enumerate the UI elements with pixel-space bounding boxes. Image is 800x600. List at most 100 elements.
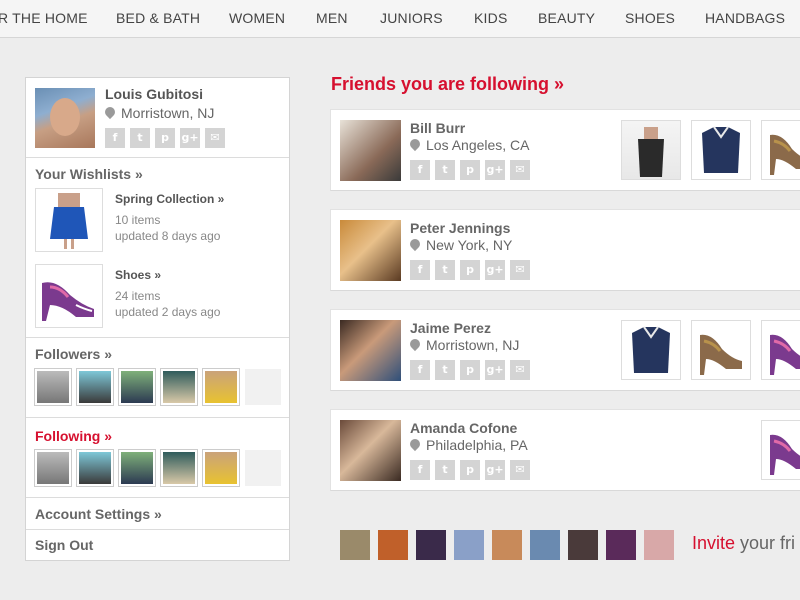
email-icon[interactable]: ✉ — [510, 260, 530, 280]
invite-avatar[interactable] — [606, 530, 636, 560]
product-shirt[interactable] — [621, 320, 681, 380]
nav-item-beauty[interactable]: BEAUTY — [538, 10, 595, 26]
invite-rest: your fri — [735, 533, 796, 553]
friend-avatar[interactable] — [340, 320, 401, 381]
following-avatars — [34, 449, 281, 487]
friend-avatar[interactable] — [340, 220, 401, 281]
friend-location: Los Angeles, CA — [407, 136, 530, 153]
google-plus-icon[interactable]: g+ — [485, 460, 505, 480]
facebook-icon[interactable]: f — [410, 260, 430, 280]
email-icon[interactable]: ✉ — [510, 160, 530, 180]
invite-avatar[interactable] — [492, 530, 522, 560]
email-icon[interactable]: ✉ — [510, 460, 530, 480]
email-icon[interactable]: ✉ — [510, 360, 530, 380]
invite-avatar[interactable] — [378, 530, 408, 560]
twitter-icon[interactable]: t — [435, 160, 455, 180]
shirt-image — [632, 326, 670, 373]
product-shoe-floral[interactable] — [761, 420, 800, 480]
friend-avatar[interactable] — [340, 420, 401, 481]
facebook-icon[interactable]: f — [410, 460, 430, 480]
invite-highlight: Invite — [692, 533, 736, 553]
facebook-icon[interactable]: f — [410, 360, 430, 380]
follower-avatar[interactable] — [34, 368, 72, 406]
following-avatar[interactable] — [118, 449, 156, 487]
product-shoe-floral[interactable] — [761, 320, 800, 380]
friend-name[interactable]: Peter Jennings — [410, 220, 510, 236]
friend-location-text: Los Angeles, CA — [426, 137, 530, 153]
following-section: Following » — [26, 418, 289, 498]
invite-friends-link[interactable]: Invite your fri — [692, 533, 795, 554]
follower-avatar[interactable] — [160, 368, 198, 406]
nav-item-men[interactable]: MEN — [316, 10, 348, 26]
location-pin-icon — [407, 236, 423, 252]
follower-avatar[interactable] — [76, 368, 114, 406]
follower-avatar[interactable] — [202, 368, 240, 406]
friend-name[interactable]: Bill Burr — [410, 120, 465, 136]
wishlist-updated-spring: updated 8 days ago — [115, 229, 221, 243]
product-shirt[interactable] — [691, 120, 751, 180]
following-avatar[interactable] — [34, 449, 72, 487]
location-pin-icon — [407, 136, 423, 152]
pinterest-icon[interactable]: p — [460, 260, 480, 280]
nav-item-women[interactable]: WOMEN — [229, 10, 285, 26]
wishlist-name-spring[interactable]: Spring Collection » — [115, 192, 224, 206]
nav-item-handbags[interactable]: HANDBAGS — [705, 10, 785, 26]
product-shoe[interactable] — [691, 320, 751, 380]
profile-avatar[interactable] — [35, 88, 95, 148]
follower-avatar[interactable] — [118, 368, 156, 406]
nav-item-kids[interactable]: KIDS — [474, 10, 507, 26]
product-shoe[interactable] — [761, 120, 800, 180]
facebook-icon[interactable]: f — [410, 160, 430, 180]
wishlist-thumb-spring[interactable] — [35, 188, 103, 252]
invite-avatar[interactable] — [340, 530, 370, 560]
friend-name[interactable]: Amanda Cofone — [410, 420, 517, 436]
twitter-icon[interactable]: t — [435, 360, 455, 380]
pinterest-icon[interactable]: p — [460, 460, 480, 480]
following-avatar[interactable] — [202, 449, 240, 487]
friend-avatar[interactable] — [340, 120, 401, 181]
twitter-icon[interactable]: t — [130, 128, 150, 148]
google-plus-icon[interactable]: g+ — [485, 160, 505, 180]
pinterest-icon[interactable]: p — [155, 128, 175, 148]
friend-location-text: Morristown, NJ — [426, 337, 520, 353]
account-settings-section: Account Settings » — [26, 498, 289, 530]
invite-avatar[interactable] — [530, 530, 560, 560]
profile-location: Morristown, NJ — [102, 104, 214, 121]
wishlists-title[interactable]: Your Wishlists » — [35, 166, 143, 182]
twitter-icon[interactable]: t — [435, 260, 455, 280]
twitter-icon[interactable]: t — [435, 460, 455, 480]
account-settings-link[interactable]: Account Settings » — [35, 506, 162, 522]
email-icon[interactable]: ✉ — [205, 128, 225, 148]
following-avatar[interactable] — [76, 449, 114, 487]
nav-item-home[interactable]: R THE HOME — [0, 10, 88, 26]
nav-item-shoes[interactable]: SHOES — [625, 10, 675, 26]
wishlist-name-shoes[interactable]: Shoes » — [115, 268, 161, 282]
product-suit[interactable] — [621, 120, 681, 180]
nav-item-bed-bath[interactable]: BED & BATH — [116, 10, 200, 26]
followers-title[interactable]: Followers » — [35, 346, 112, 362]
following-placeholder — [245, 450, 281, 486]
wishlists-section: Your Wishlists » Spring Collection » 10 … — [26, 158, 289, 338]
nav-item-juniors[interactable]: JUNIORS — [380, 10, 443, 26]
google-plus-icon[interactable]: g+ — [180, 128, 200, 148]
google-plus-icon[interactable]: g+ — [485, 360, 505, 380]
friend-social-icons: f t p g+ ✉ — [410, 460, 530, 480]
followers-section: Followers » — [26, 338, 289, 418]
invite-avatar[interactable] — [454, 530, 484, 560]
pinterest-icon[interactable]: p — [460, 360, 480, 380]
friend-social-icons: f t p g+ ✉ — [410, 360, 530, 380]
invite-avatar[interactable] — [644, 530, 674, 560]
invite-avatar[interactable] — [568, 530, 598, 560]
following-avatar[interactable] — [160, 449, 198, 487]
google-plus-icon[interactable]: g+ — [485, 260, 505, 280]
friends-following-title[interactable]: Friends you are following » — [331, 74, 564, 95]
pinterest-icon[interactable]: p — [460, 160, 480, 180]
friend-name[interactable]: Jaime Perez — [410, 320, 491, 336]
profile-name[interactable]: Louis Gubitosi — [105, 86, 203, 102]
wishlist-thumb-shoes[interactable] — [35, 264, 103, 328]
facebook-icon[interactable]: f — [105, 128, 125, 148]
invite-avatar[interactable] — [416, 530, 446, 560]
sign-out-section: Sign Out — [26, 530, 289, 560]
sign-out-link[interactable]: Sign Out — [35, 537, 93, 553]
following-title[interactable]: Following » — [35, 428, 112, 444]
